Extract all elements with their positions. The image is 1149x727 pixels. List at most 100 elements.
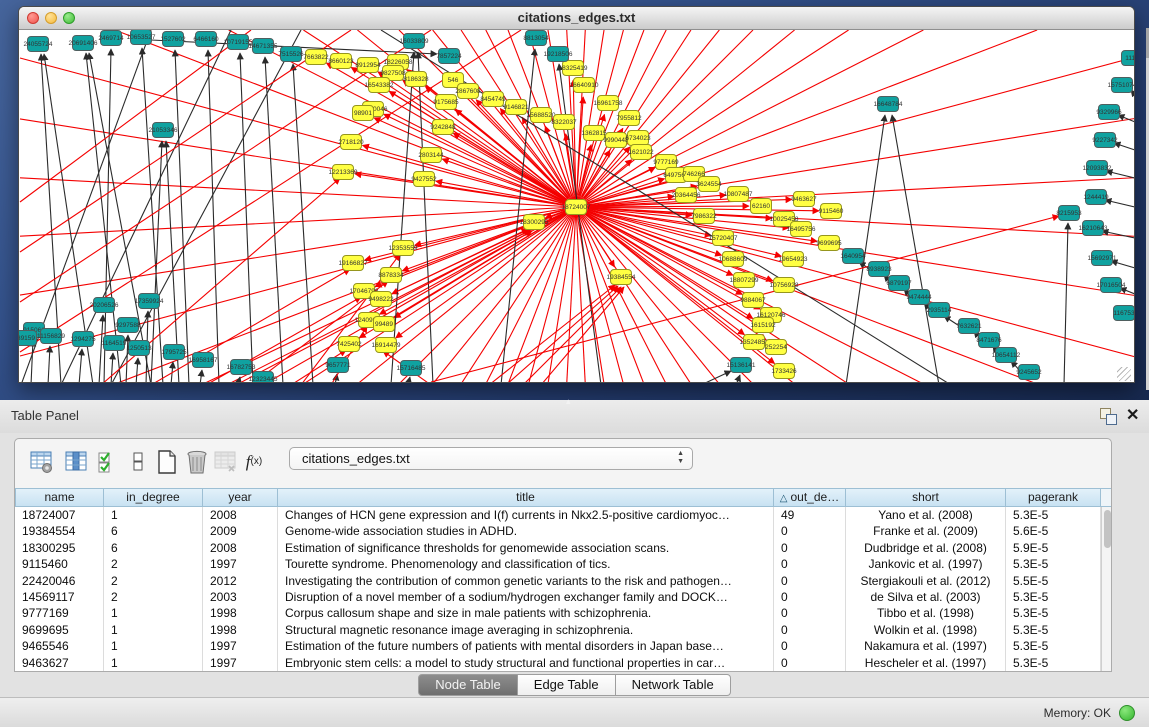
cell-pagerank[interactable]: 5.3E-5 <box>1006 638 1101 654</box>
graph-node[interactable]: 16961758 <box>594 96 623 111</box>
cell-out_de[interactable]: 0 <box>774 556 846 572</box>
cell-in_degree[interactable]: 1 <box>104 622 203 638</box>
graph-node[interactable]: 20206526 <box>90 298 119 313</box>
graph-node[interactable]: 1294275 <box>70 332 96 347</box>
column-header-in_degree[interactable]: in_degree <box>104 488 203 507</box>
table-row[interactable]: 946362711997Embryonic stem cells: a mode… <box>15 655 1101 671</box>
table-settings-button[interactable] <box>27 448 55 475</box>
graph-node[interactable]: 15692971 <box>1088 251 1117 266</box>
cell-year[interactable]: 2012 <box>203 573 278 589</box>
graph-node[interactable]: 8813054 <box>523 31 549 46</box>
graph-node[interactable]: 18807299 <box>730 273 759 288</box>
graph-node[interactable]: 1112 <box>1122 51 1136 66</box>
graph-node[interactable]: 7986322 <box>691 209 717 224</box>
graph-node[interactable]: 8660123 <box>328 54 354 69</box>
graph-node[interactable]: 16914479 <box>372 338 401 353</box>
graph-node[interactable]: 8912954 <box>355 58 381 73</box>
graph-node[interactable]: 12093832 <box>1083 161 1112 176</box>
graph-node[interactable]: 9245652 <box>1016 365 1042 380</box>
graph-node[interactable]: 12323445 <box>249 372 278 384</box>
graph-node[interactable]: 17359924 <box>135 294 164 309</box>
table-panel-titlebar[interactable]: ▴ Table Panel ✕ <box>0 400 1149 434</box>
column-header-year[interactable]: year <box>203 488 278 507</box>
cell-short[interactable]: Nakamura et al. (1997) <box>846 638 1006 654</box>
cell-out_de[interactable]: 0 <box>774 655 846 671</box>
cell-short[interactable]: Wolkin et al. (1998) <box>846 622 1006 638</box>
cell-name[interactable]: 9699695 <box>15 622 104 638</box>
graph-node[interactable]: 2867608 <box>455 84 481 99</box>
graph-node[interactable]: 1795725 <box>161 345 187 360</box>
cell-pagerank[interactable]: 5.9E-5 <box>1006 540 1101 556</box>
network-window[interactable]: citations_edges.txt 18724007183002951938… <box>18 6 1135 383</box>
graph-node[interactable]: 19218506 <box>544 47 573 62</box>
graph-node[interactable]: 1640954 <box>840 249 866 264</box>
table-row[interactable]: 1830029562008Estimation of significance … <box>15 540 1101 556</box>
table-row[interactable]: 2242004622012Investigating the contribut… <box>15 573 1101 589</box>
cell-short[interactable]: Yano et al. (2008) <box>846 507 1006 523</box>
graph-node[interactable]: 12353559 <box>389 241 418 256</box>
graph-node[interactable]: 16033809 <box>400 34 429 49</box>
function-builder-button[interactable]: f(x) <box>240 448 268 475</box>
table-row[interactable]: 946554611997Estimation of the future num… <box>15 638 1101 654</box>
cell-out_de[interactable]: 0 <box>774 573 846 589</box>
graph-node[interactable]: 9227342 <box>1092 133 1118 148</box>
graph-node[interactable]: 20364456 <box>672 188 701 203</box>
graph-node[interactable]: 17016504 <box>1097 278 1126 293</box>
select-columns-button[interactable] <box>94 448 122 475</box>
graph-node[interactable]: 16543382 <box>365 78 394 93</box>
float-panel-button[interactable] <box>1100 408 1116 424</box>
graph-node[interactable]: 8471676 <box>976 333 1002 348</box>
graph-node[interactable]: 16495756 <box>787 222 816 237</box>
graph-node[interactable]: 18300295 <box>520 215 549 230</box>
column-header-name[interactable]: name <box>15 488 104 507</box>
graph-node[interactable]: 9329966 <box>1096 105 1122 120</box>
cell-out_de[interactable]: 0 <box>774 605 846 621</box>
memory-status[interactable]: Memory: OK <box>1044 698 1135 727</box>
cell-title[interactable]: Embryonic stem cells: a model to study s… <box>278 655 774 671</box>
tab-network-table[interactable]: Network Table <box>616 674 731 696</box>
cell-year[interactable]: 2009 <box>203 523 278 539</box>
cell-pagerank[interactable]: 5.3E-5 <box>1006 507 1101 523</box>
citation-graph[interactable]: 1872400718300295193845548660123891295418… <box>19 30 1135 383</box>
cell-year[interactable]: 1997 <box>203 655 278 671</box>
graph-node[interactable]: 8322037 <box>551 115 577 130</box>
graph-node[interactable]: 8878334 <box>378 268 404 283</box>
scrollbar-thumb[interactable] <box>1104 510 1111 548</box>
delete-table-button[interactable] <box>183 448 211 475</box>
graph-node[interactable]: 10688609 <box>719 252 748 267</box>
cell-name[interactable]: 19384554 <box>15 523 104 539</box>
table-selector-dropdown[interactable]: citations_edges.txt ▲▼ <box>289 447 693 470</box>
graph-node[interactable]: 20691406 <box>69 36 98 51</box>
graph-node[interactable]: 9427552 <box>411 172 437 187</box>
graph-node[interactable]: 8186328 <box>403 72 429 87</box>
graph-node[interactable]: 7425402 <box>336 337 362 352</box>
graph-node[interactable]: 14671355 <box>249 39 278 54</box>
cell-name[interactable]: 22420046 <box>15 573 104 589</box>
graph-node[interactable]: 3624554 <box>696 177 722 192</box>
cell-pagerank[interactable]: 5.3E-5 <box>1006 622 1101 638</box>
graph-node[interactable]: 9115460 <box>819 204 844 219</box>
graph-node[interactable]: 7515526 <box>278 47 304 62</box>
graph-node[interactable]: 9175685 <box>433 95 459 110</box>
graph-node[interactable]: 6466160 <box>193 32 219 47</box>
graph-node[interactable]: 16648784 <box>874 97 903 112</box>
table-row[interactable]: 1456911722003Disruption of a novel membe… <box>15 589 1101 605</box>
table-row[interactable]: 1938455462009Genome-wide association stu… <box>15 523 1101 539</box>
graph-node[interactable]: 16640910 <box>570 78 599 93</box>
graph-node[interactable]: 9657771 <box>325 358 351 373</box>
cell-out_de[interactable]: 0 <box>774 589 846 605</box>
cell-pagerank[interactable]: 5.3E-5 <box>1006 655 1101 671</box>
cell-in_degree[interactable]: 6 <box>104 523 203 539</box>
graph-node[interactable]: 9498222 <box>368 292 394 307</box>
vertical-scrollbar[interactable] <box>1101 507 1112 672</box>
graph-node[interactable]: 15751074 <box>1108 78 1135 93</box>
cell-short[interactable]: Jankovic et al. (1997) <box>846 556 1006 572</box>
graph-node[interactable]: 24055724 <box>24 37 53 52</box>
graph-node[interactable]: 1621022 <box>628 145 654 160</box>
graph-node[interactable]: 6879197 <box>886 276 912 291</box>
cell-out_de[interactable]: 0 <box>774 523 846 539</box>
graph-node[interactable]: 18724007 <box>562 200 591 215</box>
graph-node[interactable]: 2803144 <box>418 148 444 163</box>
column-visibility-button[interactable] <box>62 448 90 475</box>
cell-year[interactable]: 1998 <box>203 605 278 621</box>
